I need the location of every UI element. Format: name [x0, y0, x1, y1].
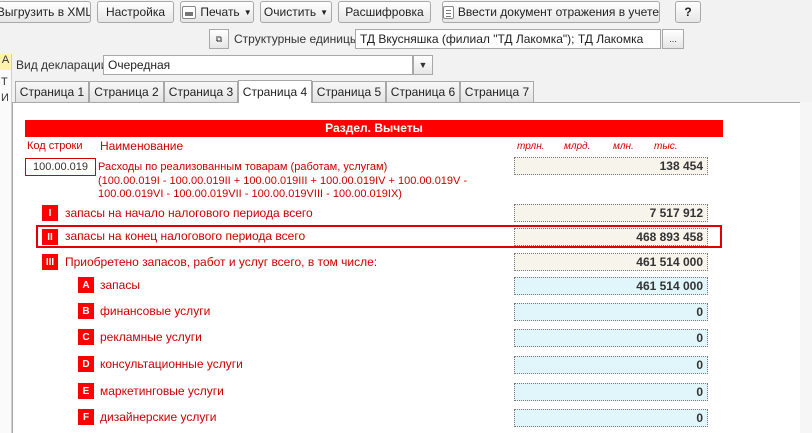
tab-label: Страница 7 — [464, 85, 530, 99]
tab-label: Страница 4 — [242, 85, 308, 99]
row-label: запасы на начало налогового периода всег… — [65, 206, 313, 220]
main-row-formula-1: (100.00.019I - 100.00.019II + 100.00.019… — [98, 175, 468, 187]
row-label: запасы на конец налогового периода всего — [65, 229, 306, 243]
row-value[interactable]: 0 — [514, 329, 708, 347]
unit-million: млн. — [613, 141, 634, 152]
unit-thousand: тыс. — [654, 141, 678, 152]
code-column-header: Код строки — [27, 140, 83, 152]
row-badge: D — [78, 356, 94, 372]
row-value[interactable]: 461 514 000 — [514, 277, 708, 295]
export-xml-label: Выгрузить в XML — [0, 5, 91, 19]
export-xml-button[interactable]: Выгрузить в XML — [0, 1, 91, 23]
tab-label: Страница 1 — [19, 85, 85, 99]
row-label: финансовые услуги — [100, 304, 211, 318]
tab-page-4[interactable]: Страница 4 — [238, 80, 312, 103]
row-badge: B — [78, 303, 94, 319]
print-button[interactable]: Печать ▼ — [180, 1, 254, 23]
help-button[interactable]: ? — [675, 1, 701, 23]
decode-button[interactable]: Расшифровка — [338, 1, 431, 23]
row-value[interactable]: 0 — [514, 383, 708, 401]
enter-document-label: Ввести документ отражения в учете — [457, 5, 659, 19]
row-value[interactable]: 0 — [514, 409, 708, 427]
open-form-button[interactable]: ⧉ — [209, 29, 229, 49]
row-value[interactable]: 0 — [514, 356, 708, 374]
structural-units-field[interactable]: ТД Вкусняшка (филиал "ТД Лакомка"); ТД Л… — [355, 29, 661, 49]
enter-document-button[interactable]: Ввести документ отражения в учете — [442, 1, 660, 23]
row-badge: II — [42, 229, 58, 245]
tab-label: Страница 3 — [168, 85, 234, 99]
declaration-type-dropdown[interactable]: ▼ — [413, 55, 433, 75]
row-badge: C — [78, 329, 94, 345]
left-strip-t: Т — [1, 76, 8, 88]
ellipsis-label: ... — [669, 34, 677, 44]
vertical-scrollbar[interactable] — [800, 102, 812, 433]
row-badge: III — [42, 254, 58, 270]
unit-billion: млрд. — [564, 141, 591, 152]
row-value[interactable]: 7 517 912 — [514, 204, 708, 222]
help-label: ? — [684, 5, 692, 19]
row-label: запасы — [100, 278, 140, 292]
open-window-icon: ⧉ — [215, 33, 223, 44]
chevron-down-icon: ▼ — [320, 7, 329, 17]
clear-label: Очистить — [263, 5, 317, 19]
declaration-type-field[interactable]: Очередная — [103, 55, 413, 75]
decode-label: Расшифровка — [345, 5, 424, 19]
left-panel-strip: А Т И — [0, 54, 12, 433]
tab-label: Страница 2 — [94, 85, 159, 99]
row-label: дизайнерские услуги — [100, 410, 217, 424]
structural-units-label: Структурные единицы: — [234, 32, 362, 46]
row-badge: F — [78, 409, 94, 425]
row-value[interactable]: 461 514 000 — [514, 253, 708, 271]
chevron-down-icon: ▼ — [243, 7, 252, 17]
declaration-type-label: Вид декларации: — [16, 58, 111, 72]
document-icon — [443, 5, 454, 19]
tab-page-2[interactable]: Страница 2 — [89, 81, 164, 102]
unit-trillion: трлн. — [517, 141, 545, 152]
row-label: рекламные услуги — [100, 330, 202, 344]
row-label: Приобретено запасов, работ и услуг всего… — [65, 255, 378, 269]
printer-icon — [182, 5, 197, 19]
settings-button[interactable]: Настройка — [97, 1, 174, 23]
tab-page-6[interactable]: Страница 6 — [386, 81, 460, 102]
main-row-formula-2: 100.00.019VI - 100.00.019VII - 100.00.01… — [98, 188, 402, 200]
line-code-box: 100.00.019 — [25, 158, 96, 176]
tab-page-1[interactable]: Страница 1 — [15, 81, 89, 102]
chevron-down-icon: ▼ — [418, 60, 428, 70]
main-row-title: Расходы по реализованным товарам (работа… — [98, 161, 388, 173]
tab-label: Страница 6 — [390, 85, 456, 99]
row-label: маркетинговые услуги — [100, 384, 224, 398]
tab-page-7[interactable]: Страница 7 — [460, 81, 534, 102]
row-badge: E — [78, 383, 94, 399]
tab-page-5[interactable]: Страница 5 — [312, 81, 386, 102]
section-title: Раздел. Вычеты — [25, 120, 723, 137]
tab-page-3[interactable]: Страница 3 — [164, 81, 238, 102]
print-label: Печать — [200, 5, 240, 19]
settings-label: Настройка — [105, 5, 166, 19]
structural-units-select-button[interactable]: ... — [662, 29, 684, 49]
row-badge: I — [42, 205, 58, 221]
main-row-value[interactable]: 138 454 — [514, 157, 708, 175]
name-column-header: Наименование — [100, 139, 184, 153]
clear-button[interactable]: Очистить ▼ — [260, 1, 332, 23]
left-strip-i: И — [1, 92, 9, 104]
row-value[interactable]: 0 — [514, 303, 708, 321]
row-label: консультационные услуги — [100, 357, 243, 371]
row-value[interactable]: 468 893 458 — [514, 228, 708, 246]
tab-label: Страница 5 — [316, 85, 382, 99]
left-strip-a: А — [0, 54, 11, 70]
row-badge: A — [78, 277, 94, 293]
